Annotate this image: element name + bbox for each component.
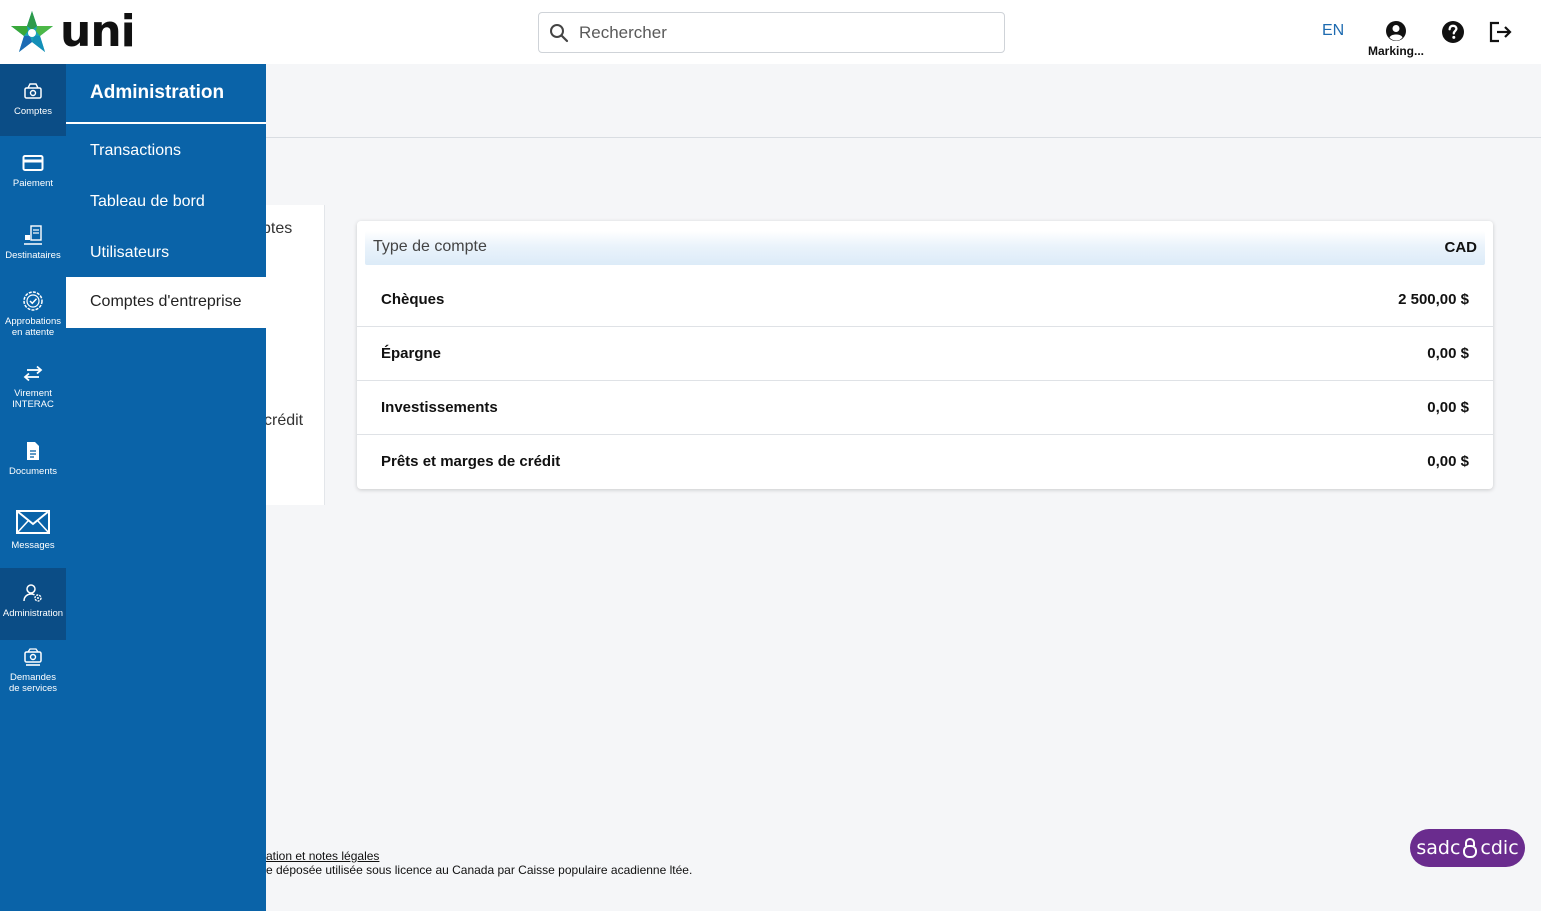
user-circle-icon [1386,21,1406,41]
nav-accounts[interactable]: Comptes [0,64,66,136]
nav-accounts-label: Comptes [13,106,52,117]
flyout-title: Administration [66,64,266,124]
nav-payees[interactable]: Destinataires [0,208,66,280]
menu-item-users-label: Utilisateurs [90,244,170,261]
nav-interac-transfer[interactable]: Virement INTERAC [0,352,66,424]
nav-service-requests[interactable]: Demandes de services [0,640,66,712]
nav-pending-approvals-label: Approbations en attente [5,316,61,338]
account-name: Investissements [381,399,498,416]
accounts-table-header: Type de compte CAD [365,231,1485,265]
document-icon [27,442,39,460]
search-box[interactable] [538,12,1005,53]
main-nav-rail: Comptes Paiement Destinataires Approbati… [0,64,66,911]
administration-flyout-menu: Administration Transactions Tableau de b… [66,64,266,911]
accounts-icon [24,83,42,99]
logout-icon [1489,21,1512,43]
menu-item-transactions[interactable]: Transactions [66,126,266,177]
service-request-icon [24,648,42,666]
nav-administration[interactable]: Administration [0,568,66,640]
column-account-type: Type de compte [373,238,487,255]
top-bar: uni EN Marking... [0,0,1541,64]
menu-item-business-accounts[interactable]: Comptes d'entreprise [66,277,266,328]
language-toggle[interactable]: EN [1322,22,1344,40]
nav-administration-label: Administration [2,608,64,619]
account-name: Épargne [381,345,442,362]
lock-icon [1463,837,1478,858]
nav-payment[interactable]: Paiement [0,136,66,208]
card-icon [22,155,44,171]
payees-icon [24,225,42,245]
help-button[interactable] [1441,20,1465,49]
logout-button[interactable] [1488,20,1514,49]
search-input[interactable] [579,22,979,43]
accounts-table: Type de compte CAD Chèques 2 500,00 $ Ép… [357,221,1493,489]
nav-payment-label: Paiement [12,178,54,189]
brand-wordmark: uni [60,6,136,57]
account-balance: 0,00 $ [1427,399,1469,416]
menu-item-dashboard[interactable]: Tableau de bord [66,177,266,228]
menu-item-dashboard-label: Tableau de bord [90,193,205,210]
menu-item-transactions-label: Transactions [90,142,181,159]
nav-pending-approvals[interactable]: Approbations en attente [0,280,66,352]
transfer-arrows-icon [23,365,43,382]
flyout-title-label: Administration [90,82,225,103]
help-icon [1442,21,1464,43]
nav-interac-transfer-label: Virement INTERAC [12,388,54,410]
search-icon [550,23,569,42]
table-row[interactable]: Chèques 2 500,00 $ [357,273,1493,327]
summary-label-credit: crédit [266,412,304,429]
account-balance: 2 500,00 $ [1398,291,1469,308]
cdic-label-fr: sadc [1416,837,1461,859]
cdic-label-en: cdic [1480,837,1519,859]
brand-logo[interactable]: uni [8,6,136,57]
legal-notes-link[interactable]: ation et notes légales [266,849,379,863]
menu-item-business-accounts-label: Comptes d'entreprise [90,293,242,310]
column-currency: CAD [1444,239,1478,256]
account-balance: 0,00 $ [1427,345,1469,362]
admin-user-gear-icon [23,584,42,602]
user-menu[interactable]: Marking... [1368,20,1424,58]
cdic-badge[interactable]: sadc cdic [1410,829,1525,867]
page-header-band [266,64,1541,138]
nav-payees-label: Destinataires [5,250,61,261]
table-row[interactable]: Prêts et marges de crédit 0,00 $ [357,435,1493,489]
star-logo-icon [11,11,53,52]
nav-documents[interactable]: Documents [0,424,66,496]
table-row[interactable]: Épargne 0,00 $ [357,327,1493,381]
user-name: Marking... [1368,44,1425,58]
table-row[interactable]: Investissements 0,00 $ [357,381,1493,435]
nav-messages-label: Messages [11,540,55,551]
account-name: Prêts et marges de crédit [381,453,561,470]
envelope-icon [16,510,50,534]
trademark-notice: e déposée utilisée sous licence au Canad… [266,863,693,877]
nav-service-requests-label: Demandes de services [8,672,58,694]
account-summary-card: ptes crédit [266,205,325,505]
summary-label-accounts: ptes [266,220,293,237]
account-name: Chèques [381,291,445,308]
nav-messages[interactable]: Messages [0,496,66,568]
approval-badge-icon [23,291,43,311]
nav-documents-label: Documents [8,466,58,477]
account-balance: 0,00 $ [1427,453,1469,470]
menu-item-users[interactable]: Utilisateurs [66,228,266,279]
